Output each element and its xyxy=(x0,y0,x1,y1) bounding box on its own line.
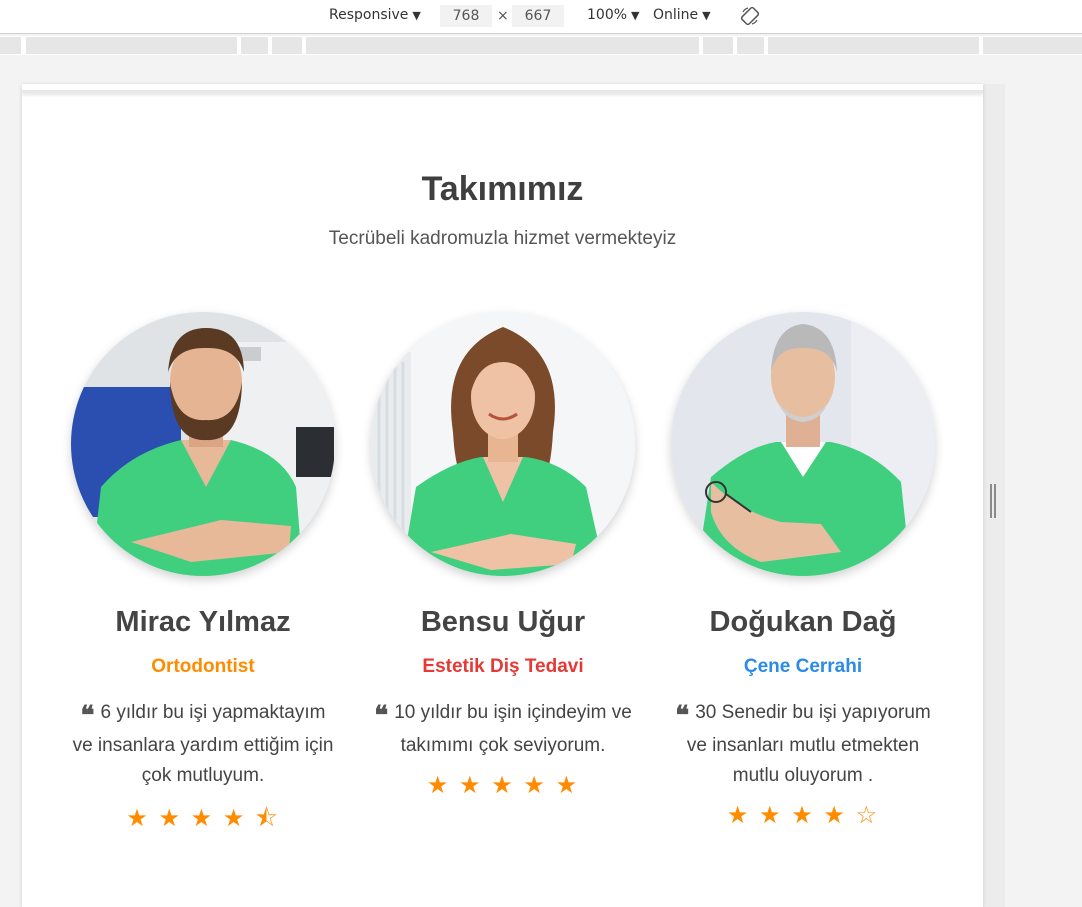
member-name: Mirac Yılmaz xyxy=(115,606,291,638)
member-quote: ❝ 6 yıldır bu işi yapmaktayım ve insanlar… xyxy=(68,698,338,791)
team-member-card: Doğukan Dağ Çene Cerrahi ❝ 30 Senedir bu … xyxy=(653,312,953,830)
ruler-segment[interactable] xyxy=(0,37,21,54)
star-icon: ★ xyxy=(158,805,182,832)
ruler-segment[interactable] xyxy=(737,37,764,54)
star-icon: ★ xyxy=(555,772,580,799)
star-half-icon: ⯪ xyxy=(255,805,280,832)
quote-text: 10 yıldır bu işin içindeyim ve takımımı … xyxy=(394,702,632,756)
star-icon: ★ xyxy=(791,802,815,829)
chevron-down-icon: ▼ xyxy=(412,9,421,22)
device-select[interactable]: Responsive ▼ xyxy=(329,7,421,23)
section-title: Takımımız xyxy=(421,170,584,208)
dimension-separator: × xyxy=(497,8,509,24)
star-icon: ★ xyxy=(491,772,515,799)
star-icon: ★ xyxy=(222,805,247,832)
member-quote: ❝ 30 Senedir bu işi yapıyorum ve insanlar… xyxy=(668,698,938,791)
star-rating: ★ ★ ★ ★ ★ xyxy=(353,771,653,800)
quote-icon: ❝ xyxy=(80,701,95,731)
quote-text: 30 Senedir bu işi yapıyorum ve insanları… xyxy=(686,702,931,786)
rotate-icon[interactable] xyxy=(740,6,760,26)
member-role: Çene Cerrahi xyxy=(743,656,863,677)
star-icon: ★ xyxy=(426,772,451,799)
ruler-segment[interactable] xyxy=(272,37,302,54)
ruler-segment[interactable] xyxy=(241,37,268,54)
height-input[interactable]: 667 xyxy=(512,5,564,27)
member-name: Doğukan Dağ xyxy=(709,606,897,638)
team-member-card: Mirac Yılmaz Ortodontist ❝ 6 yıldır bu iş… xyxy=(53,312,353,842)
member-role: Estetik Diş Tedavi xyxy=(422,656,584,677)
star-icon: ★ xyxy=(726,802,751,829)
ruler-segment[interactable] xyxy=(306,37,699,54)
zoom-label: 100% xyxy=(587,7,628,23)
star-icon: ★ xyxy=(126,805,150,832)
navbar-shadow xyxy=(22,90,983,93)
star-icon: ★ xyxy=(190,805,215,832)
star-rating: ★ ★ ★ ★ ☆ xyxy=(653,801,953,830)
member-name: Bensu Uğur xyxy=(420,606,586,638)
member-photo xyxy=(71,312,335,576)
chevron-down-icon: ▼ xyxy=(631,9,640,22)
member-photo xyxy=(671,312,935,576)
chevron-down-icon: ▼ xyxy=(702,9,711,22)
member-photo xyxy=(371,312,635,576)
star-icon: ★ xyxy=(759,802,783,829)
media-query-ruler[interactable] xyxy=(0,36,1082,55)
star-icon: ★ xyxy=(823,802,847,829)
width-input[interactable]: 768 xyxy=(440,5,492,27)
device-toolbar: Responsive ▼ 768 × 667 100% ▼ Online ▼ xyxy=(0,0,1082,34)
ruler-segment[interactable] xyxy=(703,37,733,54)
ruler-segment[interactable] xyxy=(768,37,979,54)
ruler-segment[interactable] xyxy=(983,37,1082,54)
star-icon: ★ xyxy=(523,772,547,799)
star-icon: ★ xyxy=(459,772,483,799)
ruler-segment[interactable] xyxy=(26,37,237,54)
member-quote: ❝ 10 yıldır bu işin içindeyim ve takımımı… xyxy=(368,698,638,761)
network-select[interactable]: Online ▼ xyxy=(653,7,711,23)
network-label: Online xyxy=(653,7,699,23)
quote-icon: ❝ xyxy=(675,701,690,731)
star-outline-icon: ☆ xyxy=(855,802,880,829)
member-role: Ortodontist xyxy=(151,656,255,677)
device-label: Responsive xyxy=(329,7,409,23)
page-viewport: Takımımız Tecrübeli kadromuzla hizmet ve… xyxy=(22,84,983,907)
star-rating: ★ ★ ★ ★ ⯪ xyxy=(53,801,353,842)
team-member-card: Bensu Uğur Estetik Diş Tedavi ❝ 10 yıldır… xyxy=(353,312,653,800)
quote-icon: ❝ xyxy=(374,701,389,731)
resize-handle[interactable] xyxy=(990,484,998,518)
quote-text: 6 yıldır bu işi yapmaktayım ve insanlara… xyxy=(72,702,334,786)
zoom-select[interactable]: 100% ▼ xyxy=(587,7,640,23)
section-subtitle: Tecrübeli kadromuzla hizmet vermekteyiz xyxy=(328,228,677,249)
